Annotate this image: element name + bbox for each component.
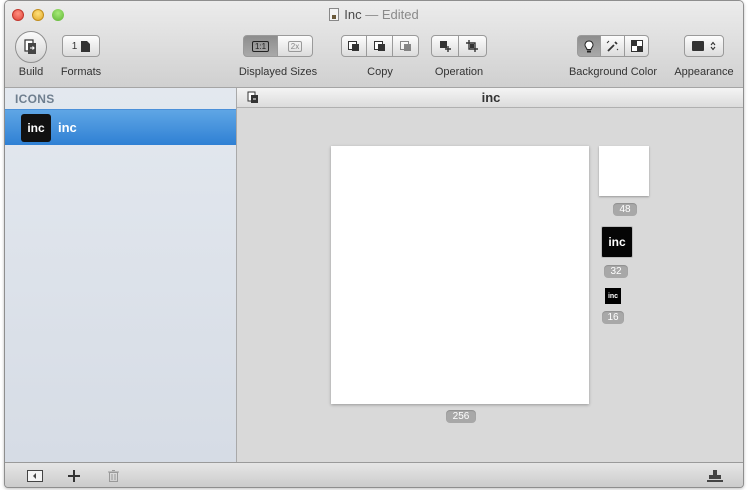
formats-button[interactable]: 1 bbox=[62, 35, 100, 57]
appearance-swatch-icon bbox=[692, 41, 704, 51]
copy-icon bbox=[348, 40, 360, 52]
plus-icon bbox=[68, 470, 80, 482]
displayed-size-1x-button[interactable]: 1:1 bbox=[243, 35, 278, 57]
icons-sidebar: ICONS inc inc bbox=[5, 88, 237, 462]
displayed-size-1x-label: 1:1 bbox=[251, 40, 270, 52]
toolbar: Inc — Edited Build 1 Formats 1:1 2x Disp… bbox=[5, 1, 743, 88]
build-icon bbox=[24, 39, 36, 54]
operation-add-button[interactable] bbox=[431, 35, 459, 57]
crop-icon bbox=[466, 40, 478, 52]
light-bulb-icon bbox=[584, 39, 594, 52]
sidebar-header: ICONS bbox=[15, 92, 55, 106]
window-title-name: Inc bbox=[344, 7, 362, 22]
content-title: inc bbox=[481, 90, 501, 105]
copy-button-2[interactable] bbox=[367, 35, 393, 57]
preview-canvas: 256 48 inc 32 inc 16 bbox=[237, 108, 743, 462]
build-button[interactable] bbox=[15, 31, 47, 63]
displayed-sizes-control: 1:1 2x bbox=[243, 35, 313, 57]
size-badge-48: 48 bbox=[613, 203, 637, 216]
displayed-size-2x-label: 2x bbox=[287, 40, 303, 52]
copy-button-1[interactable] bbox=[341, 35, 367, 57]
displayed-sizes-label: Displayed Sizes bbox=[238, 66, 318, 78]
checkerboard-icon bbox=[630, 40, 643, 52]
preview-256[interactable] bbox=[331, 146, 589, 404]
background-picker-button[interactable] bbox=[601, 35, 625, 57]
size-badge-32: 32 bbox=[604, 265, 628, 278]
bottom-bar bbox=[5, 462, 743, 487]
eject-button[interactable] bbox=[707, 469, 723, 483]
appearance-label: Appearance bbox=[674, 66, 734, 78]
appearance-control bbox=[684, 35, 724, 57]
updown-arrows-icon bbox=[710, 41, 716, 51]
preview-48[interactable] bbox=[599, 146, 649, 196]
preview-32[interactable]: inc bbox=[601, 226, 633, 258]
build-label: Build bbox=[18, 66, 44, 78]
copy-stack-icon bbox=[373, 40, 386, 52]
window-title: Inc — Edited bbox=[5, 7, 743, 22]
icon-thumbnail: inc bbox=[21, 113, 51, 142]
copy-control bbox=[341, 35, 419, 57]
eyedropper-icon bbox=[606, 40, 619, 52]
copy-button-3[interactable] bbox=[393, 35, 419, 57]
operation-crop-button[interactable] bbox=[459, 35, 487, 57]
trash-icon bbox=[107, 470, 119, 482]
file-icon bbox=[81, 40, 91, 52]
size-badge-256: 256 bbox=[446, 410, 476, 423]
formats-control: 1 bbox=[62, 35, 100, 57]
sidebar-toggle-icon bbox=[27, 470, 43, 482]
appearance-popup[interactable] bbox=[684, 35, 724, 57]
operation-control bbox=[431, 35, 487, 57]
background-color-label: Background Color bbox=[568, 66, 658, 78]
formats-count: 1 bbox=[71, 40, 78, 52]
copy-label: Copy bbox=[367, 66, 393, 78]
copy-2x-icon bbox=[399, 40, 412, 52]
app-window: Inc — Edited Build 1 Formats 1:1 2x Disp… bbox=[4, 0, 744, 488]
add-icon-button[interactable] bbox=[66, 469, 82, 483]
formats-label: Formats bbox=[60, 66, 102, 78]
stamp-icon bbox=[707, 470, 723, 482]
sidebar-item-label: inc bbox=[58, 120, 77, 135]
size-badge-16: 16 bbox=[602, 311, 624, 324]
sidebar-item-inc[interactable]: inc inc bbox=[5, 109, 236, 145]
document-icon bbox=[329, 8, 340, 21]
background-checker-button[interactable] bbox=[625, 35, 649, 57]
preview-16[interactable]: inc bbox=[605, 288, 621, 304]
background-color-control bbox=[577, 35, 649, 57]
content-header: inc bbox=[237, 88, 743, 108]
add-image-icon bbox=[439, 41, 451, 52]
delete-icon-button[interactable] bbox=[105, 469, 121, 483]
window-title-status: — Edited bbox=[365, 7, 419, 22]
background-auto-button[interactable] bbox=[577, 35, 601, 57]
operation-label: Operation bbox=[434, 66, 484, 78]
toggle-sidebar-button[interactable] bbox=[27, 469, 43, 483]
displayed-size-2x-button[interactable]: 2x bbox=[278, 35, 313, 57]
